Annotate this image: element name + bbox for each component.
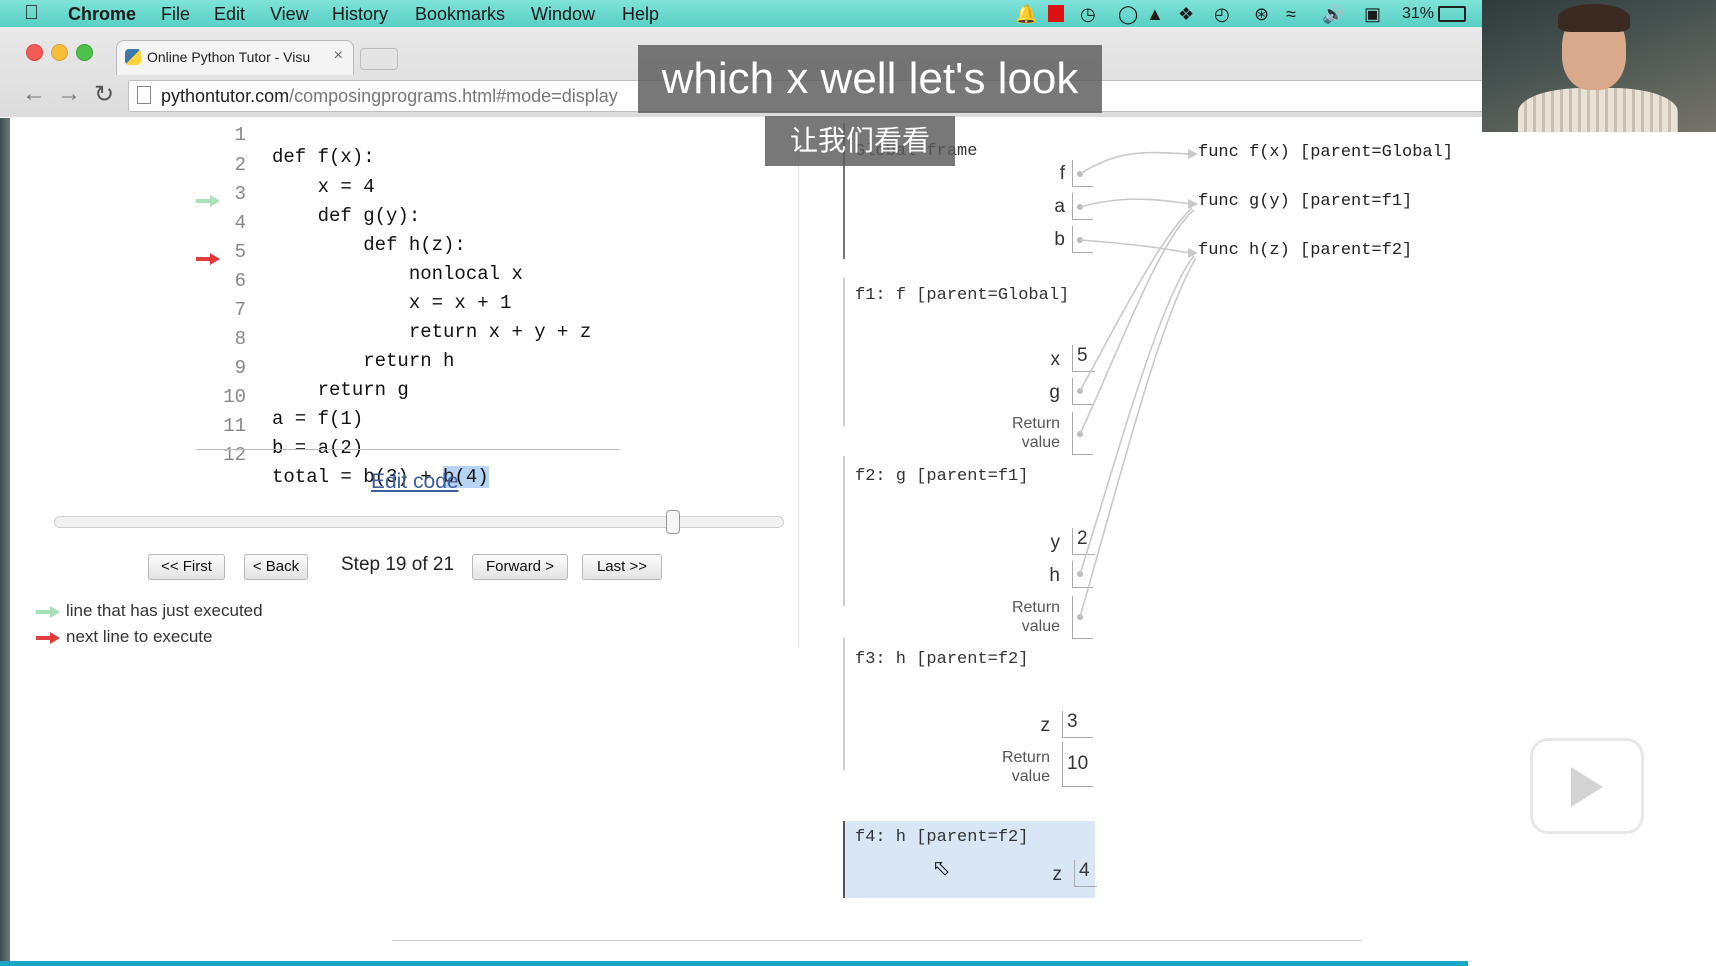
menu-file[interactable]: File xyxy=(161,4,190,25)
time-machine-icon[interactable]: ◴ xyxy=(1214,4,1230,25)
window-edge xyxy=(0,118,10,966)
tab-title: Online Python Tutor - Visu xyxy=(147,49,311,65)
pointer-arrow-f1-ret xyxy=(1079,209,1195,435)
page-icon xyxy=(137,86,151,104)
wifi-icon[interactable]: ≈ xyxy=(1286,4,1296,25)
minimize-window-icon[interactable] xyxy=(51,44,68,61)
forward-arrow-icon[interactable]: → xyxy=(57,80,81,108)
subtitle-english: which x well let's look xyxy=(638,45,1102,113)
pointer-arrow-f2-ret xyxy=(1079,257,1197,618)
presenter-hair xyxy=(1558,4,1630,32)
battery-percent[interactable]: 31% xyxy=(1402,5,1434,23)
pointer-arrow-f xyxy=(1079,151,1191,175)
video-logo-watermark xyxy=(1530,738,1644,834)
url-text[interactable]: pythontutor.com/composingprograms.html#m… xyxy=(161,86,618,107)
url-path: /composingprograms.html#mode=display xyxy=(289,86,618,106)
mouse-cursor-icon: ⬁ xyxy=(932,855,951,880)
play-icon xyxy=(1571,767,1603,807)
pointer-arrow-g xyxy=(1079,207,1193,392)
dropbox-icon[interactable]: ❖ xyxy=(1178,4,1194,25)
menu-window[interactable]: Window xyxy=(531,4,595,25)
menu-help[interactable]: Help xyxy=(622,4,659,25)
subtitle-chinese: 让我们看看 xyxy=(765,116,955,166)
webcam-overlay xyxy=(1482,0,1716,132)
mouse-icon[interactable]: ◯ xyxy=(1118,4,1138,25)
reload-icon[interactable]: ↻ xyxy=(94,80,114,109)
arrowhead xyxy=(1188,199,1198,209)
pointer-arrow-a xyxy=(1079,198,1191,208)
zoom-window-icon[interactable] xyxy=(76,44,93,61)
tab-close-icon[interactable]: × xyxy=(334,47,343,65)
python-tutor-page: 1 def f(x): 2 x = 4 3 def g(y): 4 def h(… xyxy=(10,118,1482,966)
browser-tab[interactable]: Online Python Tutor - Visu × xyxy=(116,40,354,75)
clock-app-icon[interactable]: ◷ xyxy=(1080,4,1096,25)
apple-icon[interactable]:  xyxy=(24,2,39,25)
notification-icon[interactable]: 🔔 xyxy=(1015,4,1037,25)
menu-edit[interactable]: Edit xyxy=(214,4,245,25)
url-host: pythontutor.com xyxy=(161,86,290,106)
macos-menubar:  Chrome File Edit View History Bookmark… xyxy=(0,0,1716,27)
menu-app-chrome[interactable]: Chrome xyxy=(68,4,136,25)
drive-icon[interactable]: ▲ xyxy=(1146,4,1164,25)
pointer-arrows xyxy=(1079,149,1198,618)
presenter-shirt xyxy=(1518,88,1678,132)
close-window-icon[interactable] xyxy=(26,44,43,61)
menu-view[interactable]: View xyxy=(270,4,309,25)
arrowhead xyxy=(1188,149,1198,159)
new-tab-button[interactable] xyxy=(360,48,398,70)
python-favicon-icon xyxy=(125,49,141,65)
bluetooth-icon[interactable]: ⊛ xyxy=(1254,4,1269,25)
battery-icon[interactable] xyxy=(1438,6,1466,22)
back-arrow-icon[interactable]: ← xyxy=(22,80,46,108)
menu-history[interactable]: History xyxy=(332,4,388,25)
video-progress-bar[interactable] xyxy=(0,961,1468,966)
page-bottom-rule xyxy=(392,940,1362,941)
pointer-arrow-b xyxy=(1079,239,1191,254)
volume-icon[interactable]: 🔊 xyxy=(1322,4,1344,25)
red-app-icon[interactable] xyxy=(1048,5,1064,22)
menu-bookmarks[interactable]: Bookmarks xyxy=(415,4,505,25)
display-icon[interactable]: ▣ xyxy=(1364,4,1381,25)
